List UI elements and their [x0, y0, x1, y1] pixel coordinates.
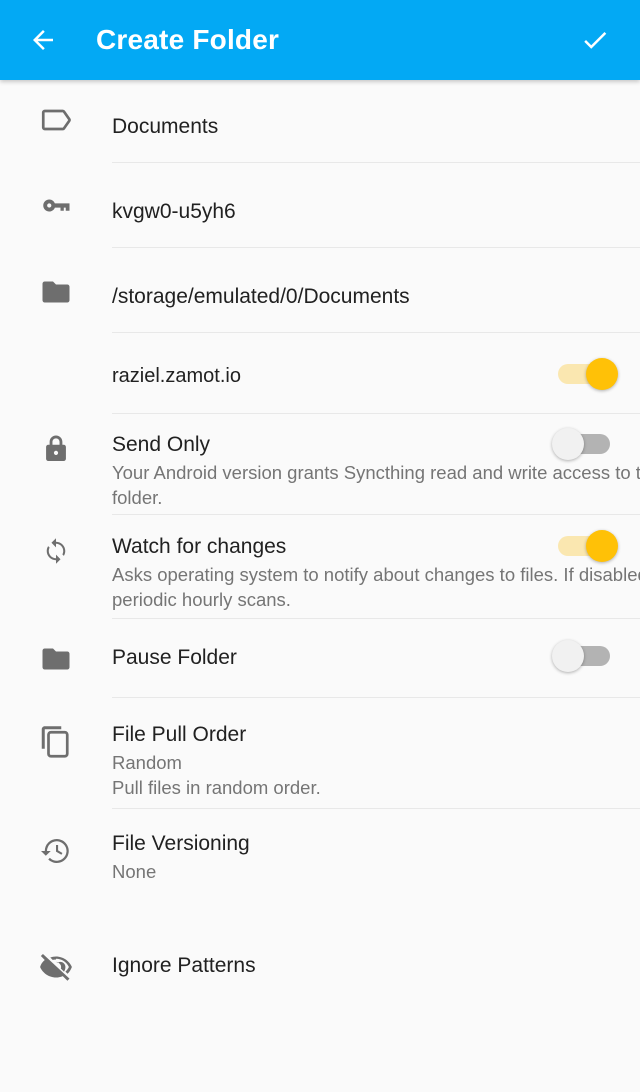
row-folder-label-body: Documents	[112, 98, 640, 142]
send-only-toggle[interactable]	[550, 428, 622, 460]
check-icon	[580, 25, 610, 55]
no-icon-spacer	[0, 353, 112, 357]
lock-icon	[39, 432, 73, 466]
create-folder-screen: Create Folder Documents	[0, 0, 640, 1092]
row-watch-for-changes-body: Watch for changes Asks operating system …	[112, 530, 640, 612]
file-pull-order-title: File Pull Order	[112, 720, 640, 750]
row-device-share-body: raziel.zamot.io	[112, 353, 640, 391]
folder-icon-wrap	[0, 637, 112, 677]
history-icon	[38, 833, 74, 869]
label-icon-wrap	[0, 98, 112, 138]
watch-for-changes-toggle[interactable]	[550, 530, 622, 562]
copy-icon	[38, 724, 74, 760]
folder-icon	[38, 641, 74, 677]
row-device-share[interactable]: raziel.zamot.io	[0, 353, 640, 413]
folder-icon-wrap	[0, 270, 112, 310]
ignore-patterns-title: Ignore Patterns	[112, 951, 640, 981]
toggle-thumb	[586, 530, 618, 562]
file-pull-order-description: Pull files in random order.	[112, 775, 640, 800]
app-bar: Create Folder	[0, 0, 640, 80]
row-pause-folder[interactable]: Pause Folder	[0, 637, 640, 697]
device-share-toggle[interactable]	[550, 358, 622, 390]
eye-off-icon	[38, 949, 74, 985]
row-file-pull-order-body: File Pull Order Random Pull files in ran…	[112, 720, 640, 800]
row-folder-path[interactable]: /storage/emulated/0/Documents	[0, 270, 640, 332]
row-folder-id[interactable]: kvgw0-u5yh6	[0, 185, 640, 247]
copy-icon-wrap	[0, 720, 112, 760]
row-file-pull-order[interactable]: File Pull Order Random Pull files in ran…	[0, 720, 640, 808]
pause-folder-toggle[interactable]	[550, 640, 622, 672]
label-icon	[38, 102, 74, 138]
send-only-description: Your Android version grants Syncthing re…	[112, 460, 640, 510]
key-icon-wrap	[0, 185, 112, 225]
folder-icon	[38, 274, 74, 310]
file-versioning-title: File Versioning	[112, 829, 640, 859]
file-pull-order-value: Random	[112, 750, 640, 775]
toggle-thumb	[586, 358, 618, 390]
row-folder-path-body: /storage/emulated/0/Documents	[112, 270, 640, 312]
page-title: Create Folder	[96, 24, 578, 56]
folder-id-value: kvgw0-u5yh6	[112, 197, 640, 227]
folder-path-value: /storage/emulated/0/Documents	[112, 282, 640, 312]
row-pause-folder-body: Pause Folder	[112, 637, 640, 673]
row-file-versioning-body: File Versioning None	[112, 829, 640, 884]
folder-label-value: Documents	[112, 112, 640, 142]
file-versioning-value: None	[112, 859, 640, 884]
back-button[interactable]	[26, 23, 60, 57]
toggle-thumb	[552, 428, 584, 460]
history-icon-wrap	[0, 829, 112, 869]
row-folder-label[interactable]: Documents	[0, 98, 640, 162]
key-icon	[38, 189, 74, 225]
eye-off-icon-wrap	[0, 945, 112, 985]
row-watch-for-changes[interactable]: Watch for changes Asks operating system …	[0, 530, 640, 618]
settings-list: Documents kvgw0-u5yh6	[0, 80, 640, 1005]
sync-icon	[39, 534, 73, 568]
toggle-thumb	[552, 640, 584, 672]
row-send-only-body: Send Only Your Android version grants Sy…	[112, 428, 640, 510]
row-send-only[interactable]: Send Only Your Android version grants Sy…	[0, 428, 640, 514]
confirm-button[interactable]	[578, 23, 612, 57]
row-ignore-patterns[interactable]: Ignore Patterns	[0, 945, 640, 1005]
sync-icon-wrap	[0, 530, 112, 568]
lock-icon-wrap	[0, 428, 112, 466]
watch-for-changes-description: Asks operating system to notify about ch…	[112, 562, 640, 612]
row-file-versioning[interactable]: File Versioning None	[0, 829, 640, 915]
row-ignore-patterns-body: Ignore Patterns	[112, 945, 640, 981]
row-folder-id-body: kvgw0-u5yh6	[112, 185, 640, 227]
arrow-left-icon	[28, 25, 58, 55]
